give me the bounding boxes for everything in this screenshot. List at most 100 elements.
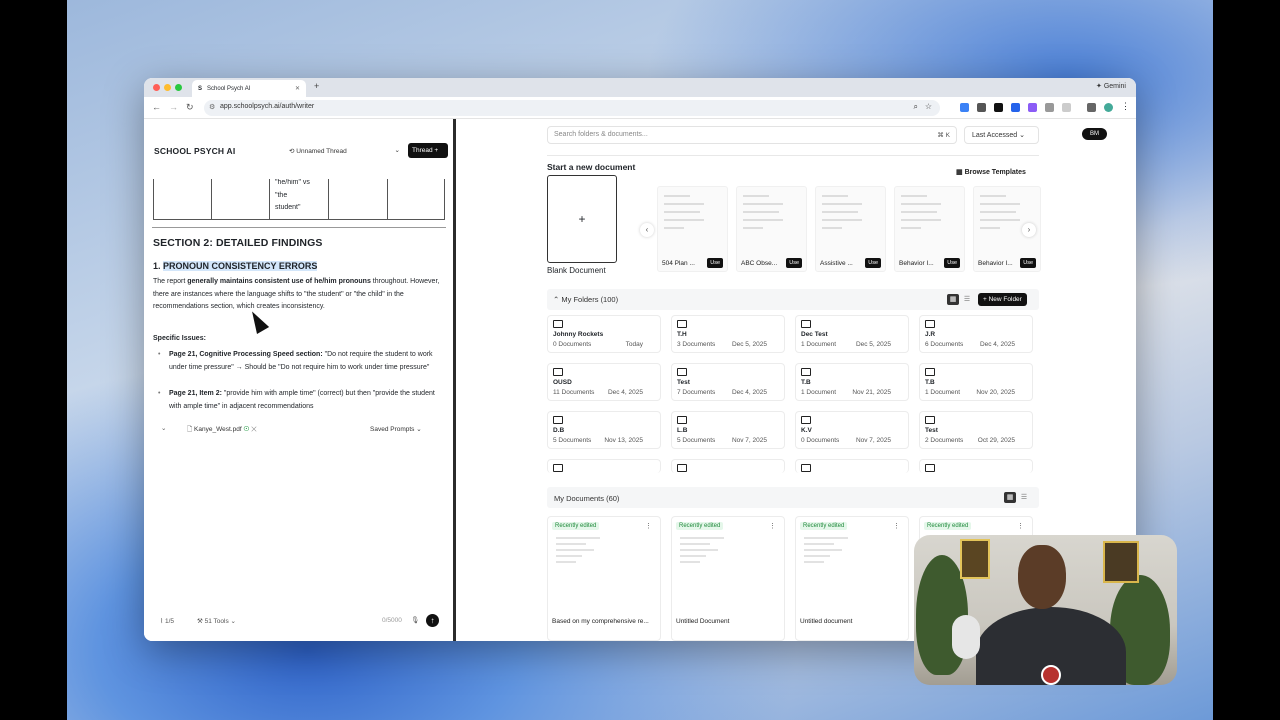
more-options-icon[interactable]: ⋮	[769, 522, 776, 530]
folder-date: Dec 5, 2025	[731, 341, 767, 348]
extension-icon[interactable]	[1011, 103, 1020, 112]
blank-document-card[interactable]: +	[547, 175, 617, 263]
attach-button[interactable]: ⌇ 1/5	[160, 617, 174, 625]
chevron-down-icon: ⌄	[230, 618, 236, 625]
thread-select[interactable]: ⟲ Unnamed Thread ⌄	[286, 144, 402, 158]
extensions-puzzle-icon[interactable]	[1045, 103, 1054, 112]
folder-date: Oct 29, 2025	[977, 437, 1015, 444]
minimize-window-icon[interactable]	[164, 84, 171, 91]
forward-arrow-icon[interactable]: →	[169, 102, 178, 112]
list-view-icon[interactable]: ☰	[961, 294, 973, 305]
table-cell-line: "the	[275, 191, 288, 199]
new-tab-button[interactable]: +	[314, 81, 319, 91]
extension-icon[interactable]	[960, 103, 969, 112]
grid-view-icon[interactable]: ▦	[1004, 492, 1016, 503]
sort-select[interactable]: Last Accessed ⌄	[964, 126, 1039, 144]
folder-card[interactable]: D.B 5 Documents Nov 13, 2025	[547, 411, 661, 449]
browser-menu-icon[interactable]: ⋮	[1121, 101, 1130, 112]
user-avatar[interactable]: BM	[1082, 128, 1107, 140]
bookmark-star-icon[interactable]: ☆	[925, 102, 932, 111]
wall-frame	[960, 539, 990, 579]
carousel-next-icon[interactable]: ›	[1022, 223, 1036, 237]
skeleton-line	[804, 537, 848, 539]
document-card[interactable]: Recently edited ⋮ Untitled Document	[671, 516, 785, 641]
side-panel-icon[interactable]	[1062, 103, 1071, 112]
more-options-icon[interactable]: ⋮	[1017, 522, 1024, 530]
folder-card[interactable]	[919, 459, 1033, 473]
template-card[interactable]: 504 Plan ... Use	[657, 186, 728, 272]
browse-templates-button[interactable]: ▦ Browse Templates	[956, 168, 1026, 176]
extension-icon[interactable]	[1028, 103, 1037, 112]
use-template-button[interactable]: Use	[1020, 258, 1036, 268]
document-card[interactable]: Recently edited ⋮ Based on my comprehens…	[547, 516, 661, 641]
skeleton-line	[901, 227, 921, 229]
extension-icon[interactable]	[994, 103, 1003, 112]
folder-card[interactable]: Test 7 Documents Dec 4, 2025	[671, 363, 785, 401]
folders-title-toggle[interactable]: ⌃ My Folders (100)	[553, 295, 618, 304]
document-card[interactable]: Recently edited ⋮ Untitled document	[795, 516, 909, 641]
saved-prompts-button[interactable]: Saved Prompts ⌄	[370, 425, 422, 433]
folder-card[interactable]: J.R 6 Documents Dec 4, 2025	[919, 315, 1033, 353]
more-options-icon[interactable]: ⋮	[893, 522, 900, 530]
use-template-button[interactable]: Use	[786, 258, 802, 268]
folder-date: Dec 4, 2025	[607, 389, 643, 396]
zoom-icon[interactable]: ⌕	[914, 102, 918, 112]
use-template-button[interactable]: Use	[944, 258, 960, 268]
carousel-prev-icon[interactable]: ‹	[640, 223, 654, 237]
chevron-down-icon: ⌄	[1019, 132, 1025, 139]
folder-card[interactable]: T.H 3 Documents Dec 5, 2025	[671, 315, 785, 353]
maximize-window-icon[interactable]	[175, 84, 182, 91]
folder-date: Dec 4, 2025	[731, 389, 767, 396]
folder-doc-count: 0 Documents	[553, 341, 592, 348]
folder-card[interactable]	[671, 459, 785, 473]
list-view-icon[interactable]: ☰	[1018, 492, 1030, 503]
chevron-down-icon: ⌄	[416, 426, 422, 433]
gemini-button[interactable]: ✦ Gemini	[1096, 82, 1126, 90]
folder-card[interactable]: Test 2 Documents Oct 29, 2025	[919, 411, 1033, 449]
close-tab-icon[interactable]: ✕	[295, 85, 300, 92]
tools-button[interactable]: ⚒ 51 Tools ⌄	[192, 614, 241, 628]
template-card[interactable]: Assistive ... Use	[815, 186, 886, 272]
folder-card[interactable]: Dec Test 1 Document Dec 5, 2025	[795, 315, 909, 353]
grid-view-icon[interactable]: ▦	[947, 294, 959, 305]
attachment-chip[interactable]: 🗋 Kanye_West.pdf ⊙ ✕	[183, 422, 261, 439]
tab-bar: S School Psych AI ✕ + ✦ Gemini	[144, 78, 1136, 97]
extension-icon[interactable]	[977, 103, 986, 112]
new-thread-button[interactable]: Thread +	[408, 143, 448, 158]
folder-card[interactable]: L.B 5 Documents Nov 7, 2025	[671, 411, 785, 449]
use-template-button[interactable]: Use	[707, 258, 723, 268]
folder-card[interactable]	[795, 459, 909, 473]
address-bar[interactable]: ⚙ app.schoolpsych.ai/auth/writer ⌕ ☆	[204, 100, 940, 116]
folder-card[interactable]	[547, 459, 661, 473]
gemini-label: Gemini	[1103, 83, 1126, 90]
browser-tab[interactable]: S School Psych AI ✕	[192, 80, 306, 97]
folder-card[interactable]: T.B 1 Document Nov 20, 2025	[919, 363, 1033, 401]
folder-card[interactable]: Johnny Rockets 0 Documents Today	[547, 315, 661, 353]
folder-icon	[553, 320, 563, 328]
new-folder-button[interactable]: + New Folder	[978, 293, 1027, 306]
remove-attachment-icon[interactable]: ✕	[251, 426, 257, 433]
microphone-icon[interactable]: 🎙	[411, 616, 419, 624]
back-arrow-icon[interactable]: ←	[152, 102, 161, 112]
site-info-icon[interactable]: ⚙	[209, 103, 215, 111]
send-button[interactable]: ↑	[426, 614, 439, 627]
reload-icon[interactable]: ↻	[186, 102, 194, 113]
download-icon[interactable]	[1087, 103, 1096, 112]
more-options-icon[interactable]: ⋮	[645, 522, 652, 530]
use-template-button[interactable]: Use	[865, 258, 881, 268]
template-card[interactable]: Behavior I... Use	[894, 186, 965, 272]
folder-card[interactable]: T.B 1 Document Nov 21, 2025	[795, 363, 909, 401]
folder-doc-count: 0 Documents	[801, 437, 840, 444]
folder-icon	[677, 320, 687, 328]
collapse-chevron-icon[interactable]: ⌄	[161, 424, 166, 432]
search-input[interactable]: Search folders & documents... ⌘ K	[547, 126, 957, 144]
profile-avatar-icon[interactable]	[1104, 103, 1113, 112]
folder-card[interactable]: OUSD 11 Documents Dec 4, 2025	[547, 363, 661, 401]
close-window-icon[interactable]	[153, 84, 160, 91]
documents-title: My Documents (60)	[554, 494, 620, 503]
chat-message-content: "he/him" vs "the student" SECTION 2: DET…	[152, 179, 446, 416]
template-card[interactable]: ABC Obse... Use	[736, 186, 807, 272]
bullet-bold: Page 21, Item 2:	[169, 390, 222, 397]
folder-card[interactable]: K.V 0 Documents Nov 7, 2025	[795, 411, 909, 449]
recently-edited-badge: Recently edited	[924, 522, 972, 530]
